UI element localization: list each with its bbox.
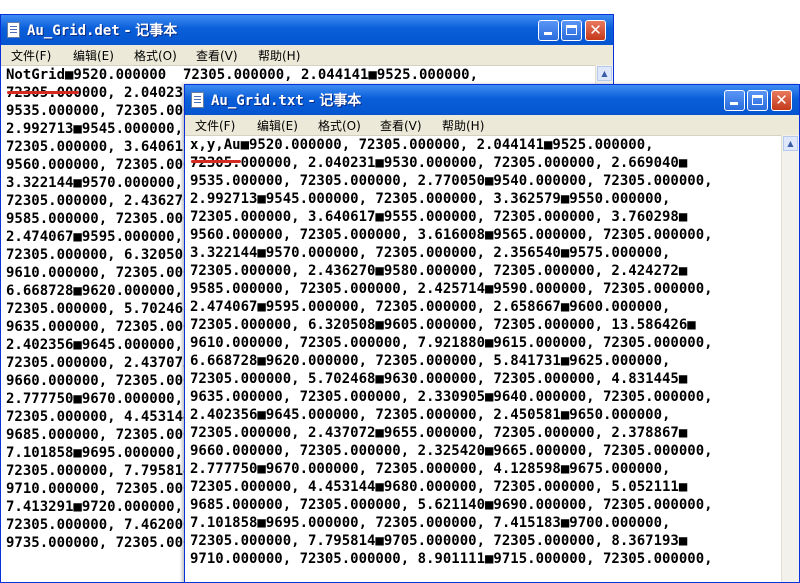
menu-help-back[interactable]: 帮助(H) xyxy=(258,47,300,64)
scroll-up-arrow-icon[interactable]: ▲ xyxy=(783,136,798,151)
text-line: 72305.000000, 2.437072■9655.000000, 7230… xyxy=(190,425,688,441)
text-line: 2.402356■9645.000000, 72305.000000, 2.45… xyxy=(190,407,671,423)
menubar-back: 文件(F) 编辑(E) 格式(O) 查看(V) 帮助(H) xyxy=(1,45,613,66)
text-line: 7.101858■9695.000000, 72305.000000, 7.41… xyxy=(190,515,671,531)
text-line: 2.777750■9670.000000, xyxy=(6,391,184,407)
maximize-icon xyxy=(562,21,581,40)
minimize-icon xyxy=(725,91,744,110)
text-line: 6.668728■9620.000000, 72305.000000, 5.84… xyxy=(190,353,671,369)
close-icon: ✕ xyxy=(589,21,602,39)
text-line: 9710.000000, 72305.000000, 8.901111■9715… xyxy=(190,551,713,567)
text-line: x,y,Au■9520.000000, 72305.000000, 2.0441… xyxy=(190,137,654,153)
menu-help-front[interactable]: 帮助(H) xyxy=(442,117,484,134)
text-line: 72305.000000, 2.436270■9580.000000, 7230… xyxy=(190,263,688,279)
window-title-front: Au_Grid.txt - 记事本 xyxy=(211,93,362,109)
menu-view-front[interactable]: 查看(V) xyxy=(380,117,422,134)
text-line: NotGrid■9520.000000 72305.000000, 2.0441… xyxy=(6,67,479,83)
text-line: 9585.000000, 72305.000000, 2.425714■9590… xyxy=(190,281,713,297)
text-line: 9610.000000, 72305.000000, 7.921880■9615… xyxy=(190,335,713,351)
menubar-front: 文件(F) 编辑(E) 格式(O) 查看(V) 帮助(H) xyxy=(185,115,799,136)
text-line: 2.474067■9595.000000, 72305.000000, 2.65… xyxy=(190,299,671,315)
menu-view-back[interactable]: 查看(V) xyxy=(196,47,238,64)
text-line: 2.992713■9545.000000, xyxy=(6,121,184,137)
text-line: 9660.000000, 72305.000000, 2.325420■9665… xyxy=(190,443,713,459)
menu-format-front[interactable]: 格式(O) xyxy=(318,117,361,134)
text-line: 7.413291■9720.000000, xyxy=(6,499,184,515)
menu-file-back[interactable]: 文件(F) xyxy=(11,47,51,64)
maximize-button-front[interactable] xyxy=(747,90,768,111)
underline-annotation-front xyxy=(191,160,241,163)
minimize-button-front[interactable] xyxy=(724,90,745,111)
menu-edit-front[interactable]: 编辑(E) xyxy=(257,117,298,134)
notepad-window-front: Au_Grid.txt - 记事本 ✕ 文件(F) 编辑(E) 格式(O) 查看… xyxy=(184,84,800,583)
text-line: 72305.000000, 3.640617■9555.000000, 7230… xyxy=(190,209,688,225)
scroll-up-arrow-icon[interactable]: ▲ xyxy=(597,66,612,81)
underline-annotation-back xyxy=(7,91,79,94)
text-line: 2.474067■9595.000000, xyxy=(6,229,184,245)
menu-file-front[interactable]: 文件(F) xyxy=(195,117,235,134)
menu-format-back[interactable]: 格式(O) xyxy=(134,47,177,64)
maximize-icon xyxy=(748,91,767,110)
text-line: 3.322144■9570.000000, xyxy=(6,175,184,191)
close-button-back[interactable]: ✕ xyxy=(585,20,606,41)
text-line: 72305.000000, 4.453144■9680.000000, 7230… xyxy=(190,479,688,495)
window-title-back: Au_Grid.det - 记事本 xyxy=(27,23,178,39)
text-line: 6.668728■9620.000000, xyxy=(6,283,184,299)
text-line: 72305.000000, 5.702468■9630.000000, 7230… xyxy=(190,371,688,387)
text-line: 72305.000000, 2.040231■9530.000000, 7230… xyxy=(190,155,688,171)
notepad-icon xyxy=(7,22,20,38)
minimize-icon xyxy=(539,21,558,40)
minimize-button-back[interactable] xyxy=(538,20,559,41)
text-line: 9685.000000, 72305.000000, 5.621140■9690… xyxy=(190,497,713,513)
text-area-front[interactable]: x,y,Au■9520.000000, 72305.000000, 2.0441… xyxy=(188,136,781,582)
text-line: 2.402356■9645.000000, xyxy=(6,337,184,353)
vertical-scrollbar-front[interactable]: ▲ xyxy=(781,135,799,582)
close-button-front[interactable]: ✕ xyxy=(771,90,792,111)
text-line: 72305.000000, 7.795814■9705.000000, 7230… xyxy=(190,533,688,549)
text-line: 9535.000000, 72305.000000, 2.770050■9540… xyxy=(190,173,713,189)
text-line: 72305.000000, 6.320508■9605.000000, 7230… xyxy=(190,317,696,333)
menu-edit-back[interactable]: 编辑(E) xyxy=(73,47,114,64)
text-line: 9560.000000, 72305.000000, 3.616008■9565… xyxy=(190,227,713,243)
maximize-button-back[interactable] xyxy=(561,20,582,41)
titlebar-front[interactable]: Au_Grid.txt - 记事本 ✕ xyxy=(185,85,799,115)
text-line: 2.992713■9545.000000, 72305.000000, 3.36… xyxy=(190,191,671,207)
text-line: 7.101858■9695.000000, xyxy=(6,445,184,461)
text-line: 3.322144■9570.000000, 72305.000000, 2.35… xyxy=(190,245,671,261)
notepad-icon xyxy=(191,92,204,108)
text-line: 9635.000000, 72305.000000, 2.330905■9640… xyxy=(190,389,713,405)
text-line: 2.777750■9670.000000, 72305.000000, 4.12… xyxy=(190,461,671,477)
close-icon: ✕ xyxy=(775,91,788,109)
titlebar-back[interactable]: Au_Grid.det - 记事本 ✕ xyxy=(1,15,613,45)
